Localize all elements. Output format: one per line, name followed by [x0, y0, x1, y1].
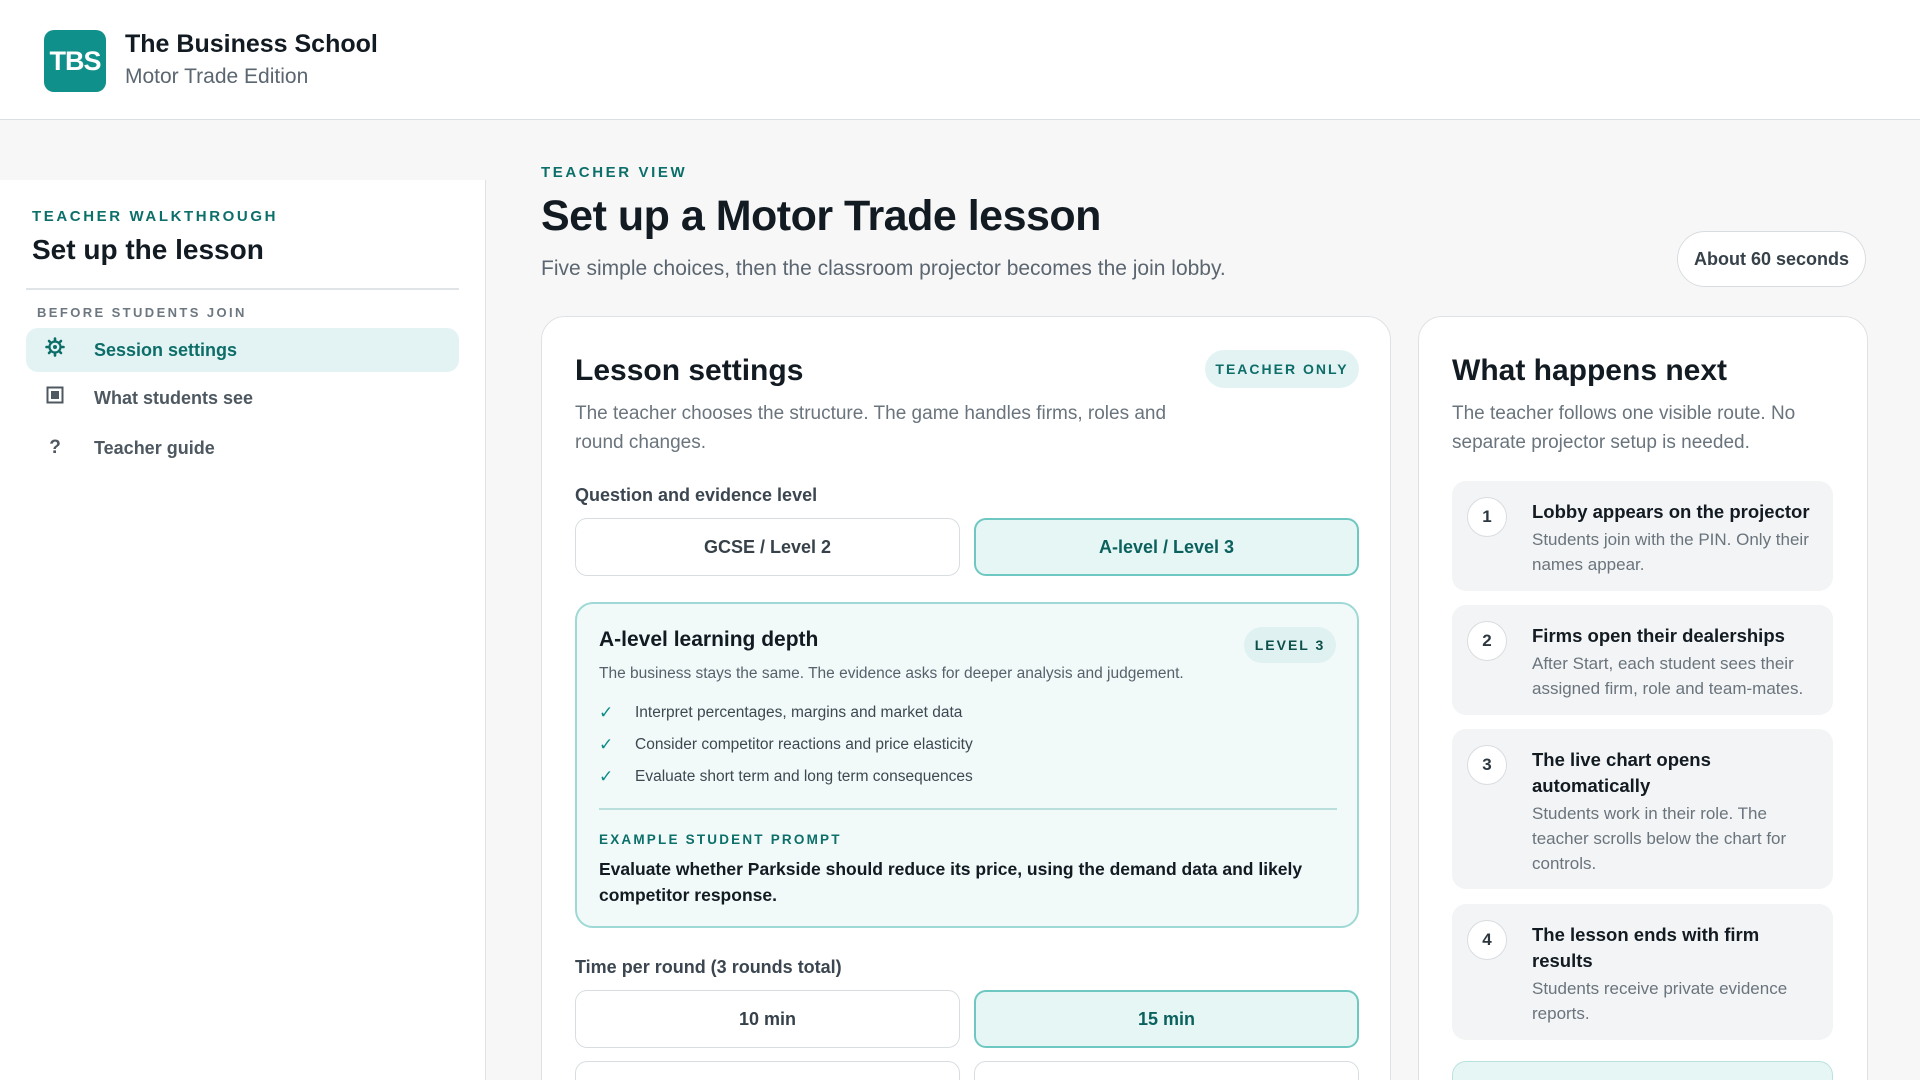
check-item-text: Evaluate short term and long term conseq… [635, 768, 973, 785]
list-item: ✓ Interpret percentages, margins and mar… [599, 703, 962, 723]
sidebar-divider [26, 288, 459, 290]
level-badge: LEVEL 3 [1244, 627, 1336, 663]
page-title: Set up a Motor Trade lesson [541, 192, 1101, 240]
sidebar-item-label: Session settings [94, 339, 238, 360]
time-option-10-min[interactable]: 10 min [575, 990, 960, 1048]
level-field-label: Question and evidence level [575, 485, 818, 505]
check-icon: ✓ [599, 703, 614, 722]
brand-title: The Business School [125, 30, 378, 58]
check-item-text: Interpret percentages, margins and marke… [635, 704, 963, 721]
divider [599, 808, 1337, 810]
step-card: 1 Lobby appears on the projector Student… [1452, 481, 1833, 591]
step-title: Lobby appears on the projector [1532, 501, 1810, 522]
step-card-partial [1452, 1061, 1833, 1080]
sidebar-title: Set up the lesson [32, 234, 264, 265]
brand-subtitle: Motor Trade Edition [125, 65, 309, 88]
check-icon: ✓ [599, 735, 614, 754]
step-card: 4 The lesson ends with firm results Stud… [1452, 904, 1833, 1040]
example-prompt-label: EXAMPLE STUDENT PROMPT [599, 832, 842, 847]
sidebar: TEACHER WALKTHROUGH Set up the lesson BE… [0, 180, 486, 1080]
learning-depth-panel: A-level learning depth LEVEL 3 The busin… [575, 602, 1359, 928]
step-description: After Start, each student sees their ass… [1532, 654, 1804, 698]
lesson-settings-title: Lesson settings [575, 354, 804, 387]
what-happens-next-card: What happens next The teacher follows on… [1418, 316, 1868, 1080]
duration-badge: About 60 seconds [1677, 231, 1866, 287]
lesson-settings-card: Lesson settings TEACHER ONLY The teacher… [541, 316, 1391, 1080]
check-item-text: Consider competitor reactions and price … [635, 736, 973, 753]
check-icon: ✓ [599, 767, 614, 786]
level-option-gcse[interactable]: GCSE / Level 2 [575, 518, 960, 576]
option-button-partial[interactable] [575, 1061, 960, 1080]
sidebar-group-label: BEFORE STUDENTS JOIN [37, 305, 247, 320]
sidebar-kicker: TEACHER WALKTHROUGH [32, 208, 279, 225]
example-prompt-text: Evaluate whether Parkside should reduce … [599, 859, 1303, 905]
step-card: 2 Firms open their dealerships After Sta… [1452, 605, 1833, 715]
level-option-a-level[interactable]: A-level / Level 3 [974, 518, 1359, 576]
step-number: 1 [1467, 497, 1507, 537]
sidebar-item-label: What students see [94, 387, 254, 408]
step-description: Students work in their role. The teacher… [1532, 804, 1787, 873]
sidebar-item-what-students-see[interactable]: What students see [26, 376, 459, 420]
brand-logo[interactable]: TBS [44, 30, 106, 92]
learning-depth-title: A-level learning depth [599, 628, 819, 651]
sidebar-item-teacher-guide[interactable]: ? Teacher guide [26, 426, 459, 470]
app-header: TBS The Business School Motor Trade Edit… [0, 0, 1920, 120]
list-item: ✓ Consider competitor reactions and pric… [599, 735, 973, 755]
step-title: Firms open their dealerships [1532, 625, 1785, 646]
time-option-15-min[interactable]: 15 min [974, 990, 1359, 1048]
next-description: The teacher follows one visible route. N… [1452, 403, 1796, 453]
question-icon: ? [49, 437, 61, 458]
step-description: Students receive private evidence report… [1532, 979, 1788, 1023]
option-button-partial[interactable] [974, 1061, 1359, 1080]
teacher-only-badge: TEACHER ONLY [1205, 350, 1359, 388]
step-card: 3 The live chart opens automatically Stu… [1452, 729, 1833, 889]
step-number: 4 [1467, 920, 1507, 960]
screen-icon [42, 386, 68, 410]
page-kicker: TEACHER VIEW [541, 164, 688, 181]
step-number: 3 [1467, 745, 1507, 785]
gear-icon [42, 337, 68, 363]
step-title: The lesson ends with firm results [1532, 924, 1760, 971]
list-item: ✓ Evaluate short term and long term cons… [599, 767, 973, 787]
step-number: 2 [1467, 621, 1507, 661]
step-description: Students join with the PIN. Only their n… [1532, 530, 1809, 574]
sidebar-item-label: Teacher guide [94, 437, 215, 458]
sidebar-item-session-settings[interactable]: Session settings [26, 328, 459, 372]
page-subtitle: Five simple choices, then the classroom … [541, 257, 1226, 280]
time-field-label: Time per round (3 rounds total) [575, 957, 842, 977]
lesson-settings-description: The teacher chooses the structure. The g… [575, 403, 1167, 453]
step-title: The live chart opens automatically [1532, 749, 1711, 796]
learning-depth-description: The business stays the same. The evidenc… [599, 665, 1184, 682]
next-title: What happens next [1452, 354, 1728, 387]
